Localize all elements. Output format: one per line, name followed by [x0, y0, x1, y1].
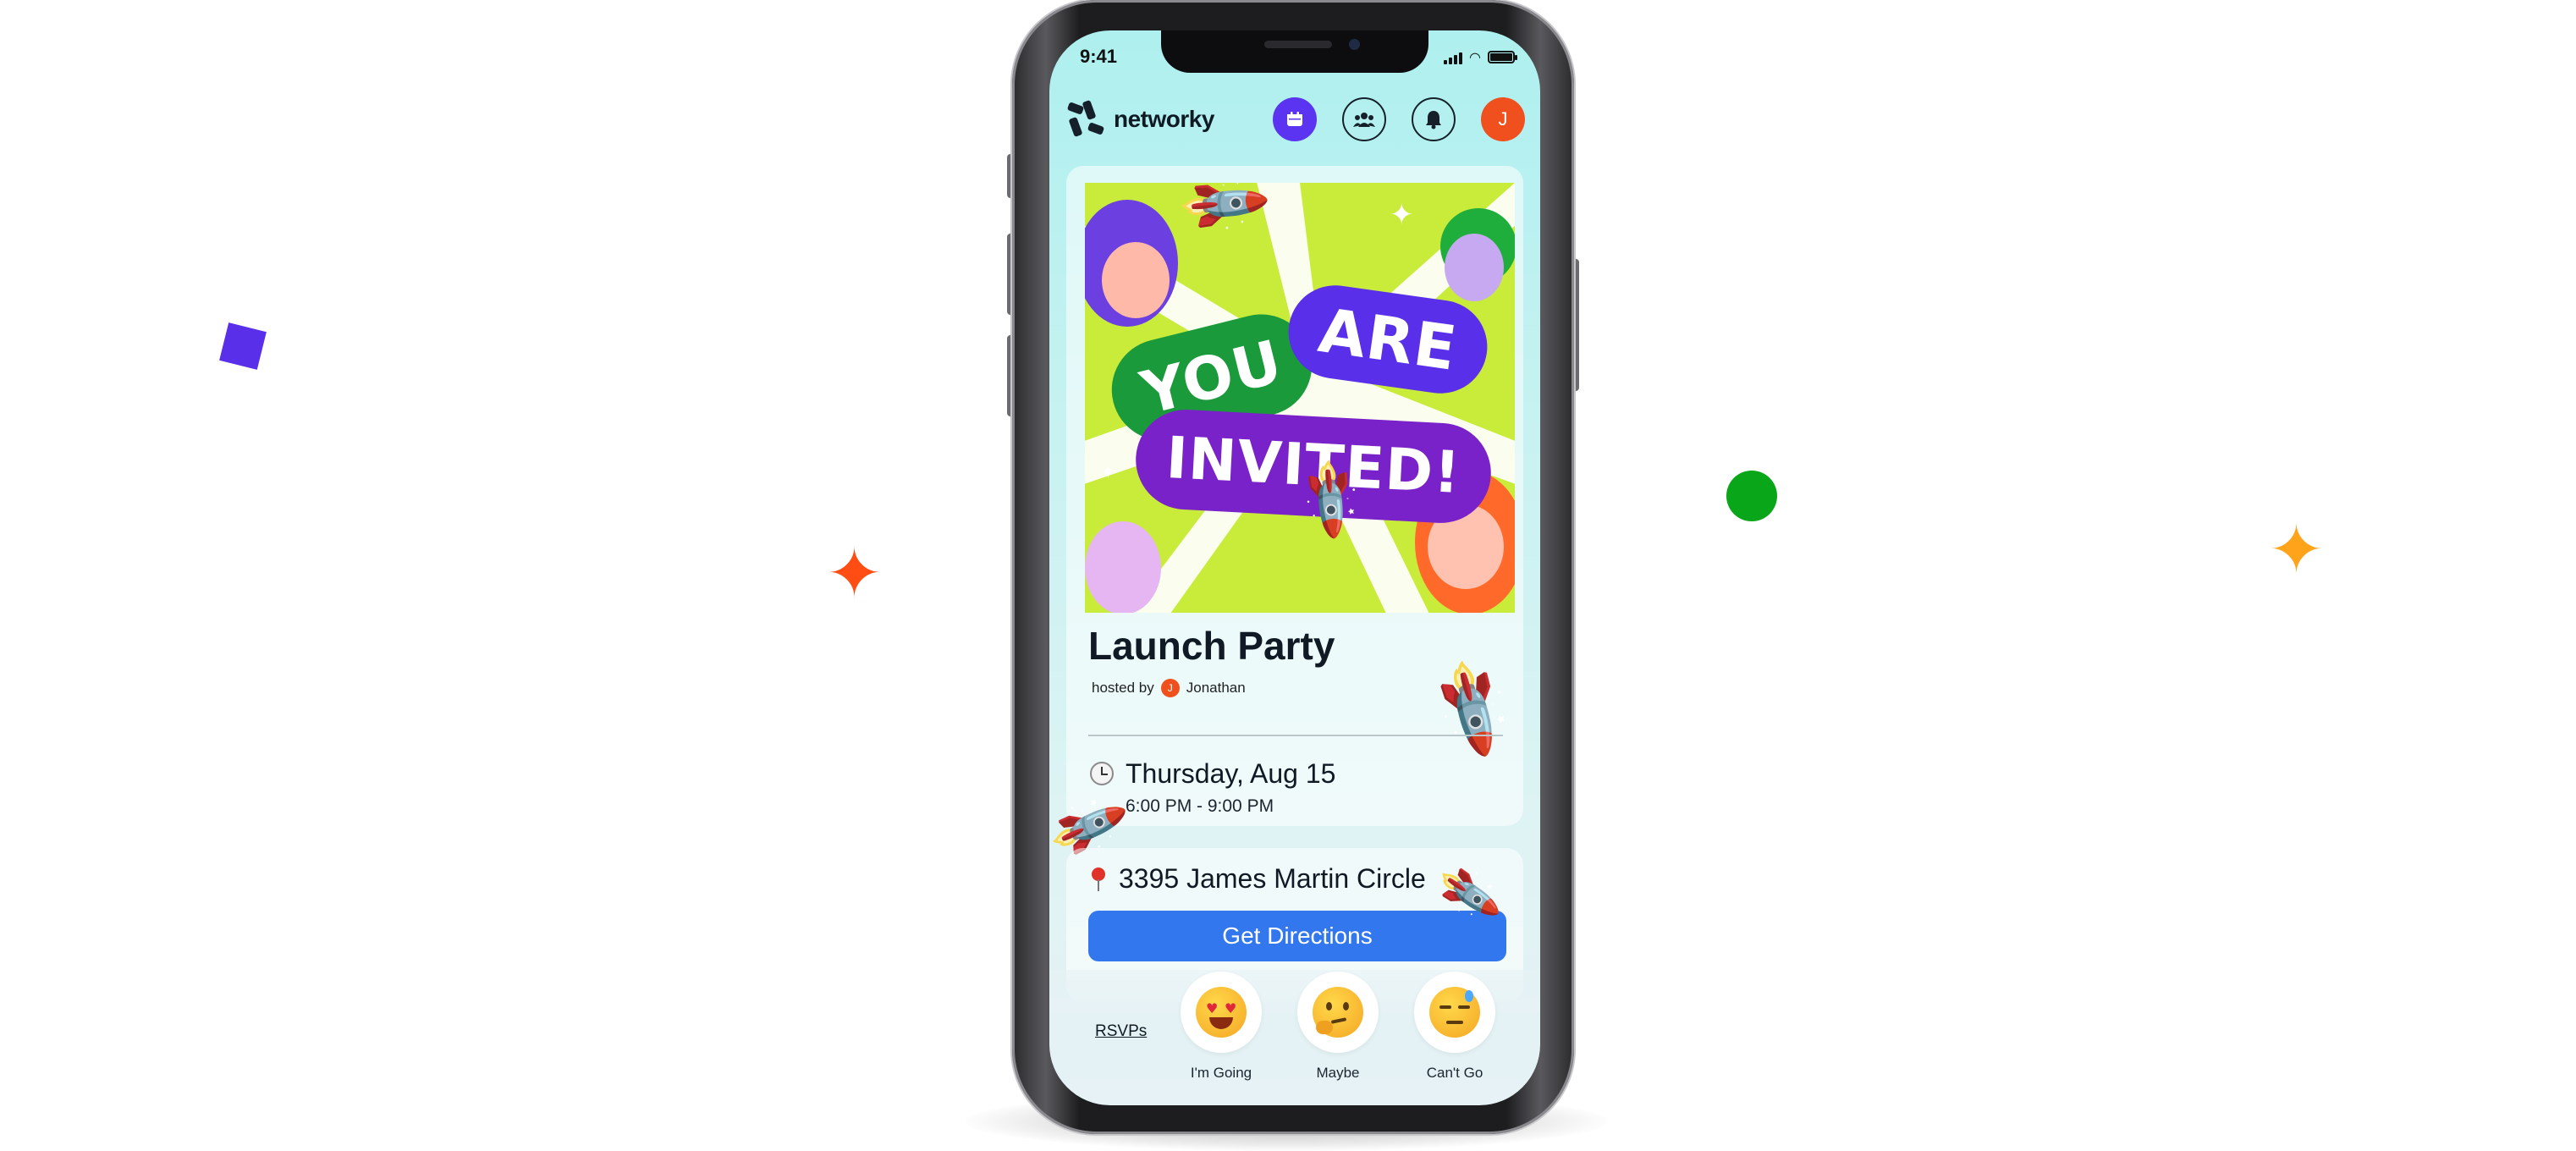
- get-directions-button[interactable]: Get Directions: [1088, 911, 1506, 961]
- app-name: networky: [1114, 106, 1214, 132]
- groups-icon[interactable]: [1342, 97, 1386, 141]
- banner-character-face-1: [1102, 242, 1170, 318]
- hosted-by-label: hosted by: [1092, 680, 1154, 696]
- location-pin-icon: [1090, 867, 1107, 891]
- app-header: networky J: [1066, 91, 1525, 147]
- event-card: YOU ARE INVITED! ✦ ✦ 🚀 🚀 Launch Party ho…: [1066, 166, 1528, 826]
- clock-icon: [1090, 762, 1114, 785]
- event-time-range: 6:00 PM - 9:00 PM: [1126, 796, 1274, 816]
- phone-screen: 9:41 ◠ networky J YOU ARE INVITED! ✦ ✦ 🚀…: [1049, 30, 1540, 1105]
- host-avatar[interactable]: J: [1160, 679, 1180, 697]
- event-banner-image: YOU ARE INVITED! ✦ ✦ 🚀 🚀: [1085, 183, 1515, 613]
- rocket-icon: 🚀: [1172, 183, 1274, 255]
- sad-sweat-emoji-icon: [1429, 987, 1480, 1038]
- rsvp-going-label: I'm Going: [1190, 1065, 1252, 1081]
- rsvp-cant-go-button[interactable]: Can't Go: [1396, 972, 1513, 1082]
- decorative-green-dot: [1726, 471, 1777, 521]
- rsvp-cant-go-circle[interactable]: [1414, 972, 1495, 1053]
- status-icons: ◠: [1444, 49, 1517, 65]
- bell-icon[interactable]: [1412, 97, 1456, 141]
- heart-eyes-emoji-icon: ♥ ♥: [1196, 987, 1247, 1038]
- rsvps-link[interactable]: RSVPs: [1095, 1022, 1163, 1041]
- signal-icon: [1444, 51, 1463, 64]
- rsvp-bar: RSVPs ♥ ♥ I'm Going Maybe Can't Go: [1065, 972, 1525, 1099]
- app-logo[interactable]: networky: [1066, 99, 1214, 138]
- decorative-yellow-star-icon: ✦: [2268, 510, 2326, 589]
- location-row: 3395 James Martin Circle: [1090, 863, 1426, 895]
- front-camera: [1349, 39, 1360, 50]
- event-title: Launch Party: [1088, 624, 1335, 668]
- status-time: 9:41: [1080, 46, 1118, 67]
- battery-icon: [1488, 51, 1517, 63]
- thinking-emoji-icon: [1313, 987, 1363, 1038]
- calendar-icon[interactable]: [1273, 97, 1317, 141]
- event-address: 3395 James Martin Circle: [1119, 863, 1426, 894]
- phone-notch: [1161, 30, 1428, 73]
- rsvp-maybe-circle[interactable]: [1297, 972, 1379, 1053]
- rsvp-maybe-label: Maybe: [1316, 1065, 1360, 1081]
- rsvp-cant-go-label: Can't Go: [1426, 1065, 1483, 1081]
- host-row: hosted by J Jonathan: [1092, 679, 1246, 697]
- header-nav: J: [1273, 97, 1525, 141]
- speaker-grille: [1264, 41, 1332, 48]
- event-date: Thursday, Aug 15: [1126, 758, 1336, 789]
- decorative-purple-square: [219, 322, 267, 370]
- wifi-icon: ◠: [1469, 49, 1481, 65]
- sparkle-icon: ✦: [1100, 462, 1116, 483]
- rsvp-going-button[interactable]: ♥ ♥ I'm Going: [1163, 972, 1280, 1082]
- networky-logo-icon: [1066, 99, 1105, 138]
- banner-character-face-3: [1085, 521, 1161, 613]
- decorative-orange-star-icon: ✦: [826, 534, 883, 613]
- banner-character-face-2: [1445, 234, 1504, 301]
- user-avatar[interactable]: J: [1481, 97, 1525, 141]
- rocket-icon: 🚀: [1436, 859, 1501, 928]
- divider: [1088, 735, 1503, 736]
- rsvp-maybe-button[interactable]: Maybe: [1280, 972, 1396, 1082]
- sparkle-icon: ✦: [1390, 198, 1414, 232]
- rocket-icon: 🚀: [1417, 651, 1528, 764]
- rsvp-going-circle[interactable]: ♥ ♥: [1181, 972, 1262, 1053]
- host-name[interactable]: Jonathan: [1186, 680, 1246, 697]
